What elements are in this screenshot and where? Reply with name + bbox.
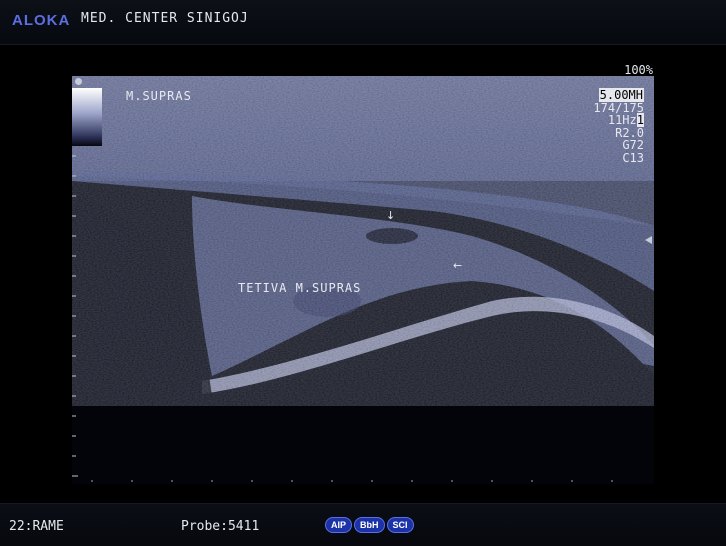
zoom-level: 100% [624, 63, 653, 77]
scan-parameters: 5.00MH 174/175 11Hz1 R2.0 G72 C13 [593, 88, 644, 165]
param-c: C13 [622, 150, 644, 165]
header-bar: ALOKA MED. CENTER SINIGOJ [0, 0, 726, 45]
param-frequency: 5.00MH [598, 88, 644, 102]
arrow-down-icon: ↓ [386, 209, 396, 222]
footer-bar: 22:RAME Probe:5411 AIP BbH SCI [0, 503, 726, 546]
brand-logo: ALOKA [12, 12, 71, 29]
param-frame-rate: 11Hz1 [607, 113, 644, 128]
ultrasound-scan [72, 76, 654, 484]
arrow-left-icon: ← [453, 259, 463, 272]
institution-name: MED. CENTER SINIGOJ [81, 11, 249, 26]
badge-sci[interactable]: SCI [386, 517, 414, 533]
annotation-tendon-label: TETIVA M.SUPRAS [238, 281, 362, 295]
badge-bbh[interactable]: BbH [354, 517, 385, 533]
ultrasound-image[interactable] [72, 76, 654, 484]
annotation-top-label: M.SUPRAS [126, 89, 192, 103]
grayscale-bar [72, 88, 102, 146]
mode-badges: AIP BbH SCI [325, 517, 414, 533]
badge-aip[interactable]: AIP [325, 517, 353, 533]
focus-marker-icon [75, 78, 82, 85]
focus-position-icon [645, 236, 652, 244]
probe-info: Probe:5411 [181, 519, 260, 534]
frame-counter: 22:RAME [9, 519, 64, 534]
